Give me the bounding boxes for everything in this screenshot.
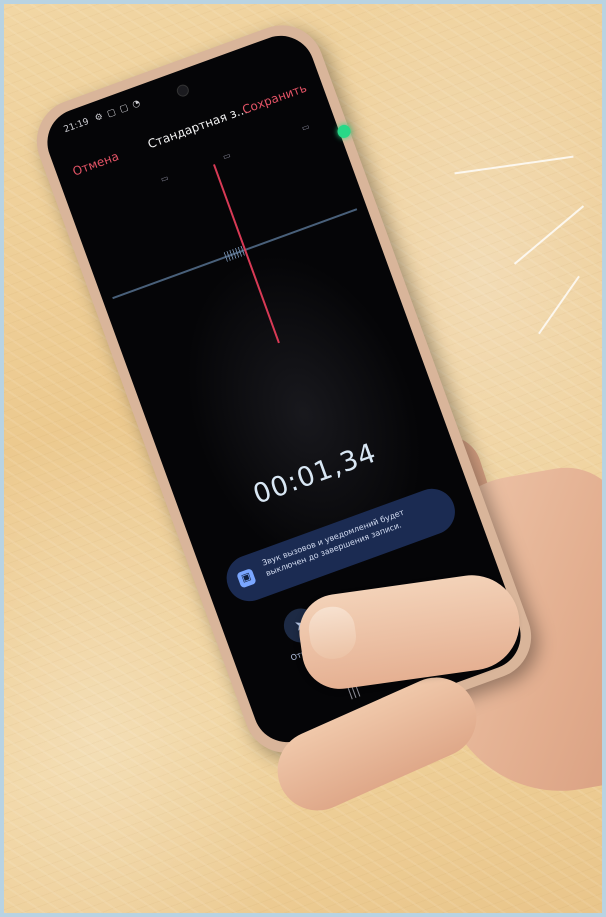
- photo-frame: 21:19 ⚙ ▢ ▢ ◔ Отмена Стандартная з... Со…: [0, 0, 606, 917]
- status-time: 21:19: [62, 116, 91, 136]
- timeline-tick: ▭: [300, 121, 311, 133]
- front-camera: [175, 82, 191, 99]
- timeline-tick: ▭: [159, 173, 170, 185]
- timeline-tick: ▭: [221, 150, 232, 162]
- thumb-nail: [306, 603, 359, 662]
- cancel-button[interactable]: Отмена: [71, 149, 121, 179]
- notification-icon: ▣: [236, 567, 257, 589]
- save-button[interactable]: Сохранить: [240, 81, 308, 117]
- recording-title[interactable]: Стандартная з...: [146, 100, 256, 151]
- status-icons: ⚙ ▢ ▢ ◔: [93, 97, 143, 124]
